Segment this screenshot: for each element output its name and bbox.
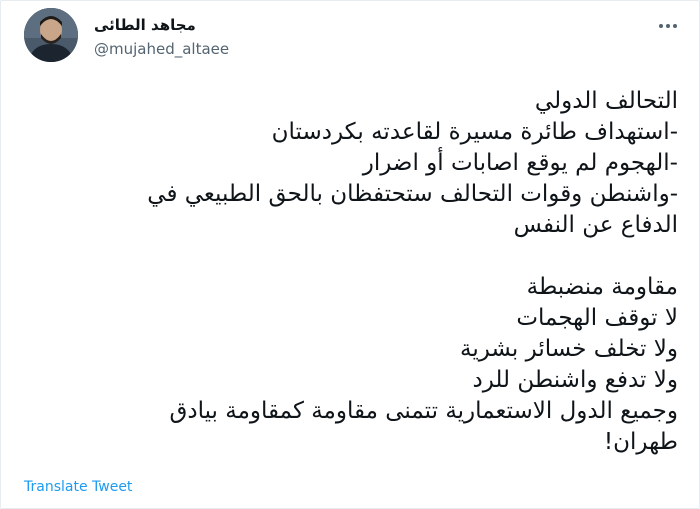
more-options-button[interactable]	[652, 14, 684, 38]
avatar[interactable]	[24, 8, 78, 62]
more-horizontal-icon	[659, 24, 677, 28]
username-handle[interactable]: @mujahed_altaee	[94, 40, 229, 58]
avatar-image	[24, 8, 78, 62]
display-name[interactable]: مجاهد الطائى	[94, 16, 196, 34]
translate-tweet-link[interactable]: Translate Tweet	[24, 479, 132, 495]
tweet-text: التحالف الدولي -استهداف طائرة مسيرة لقاع…	[147, 88, 678, 455]
